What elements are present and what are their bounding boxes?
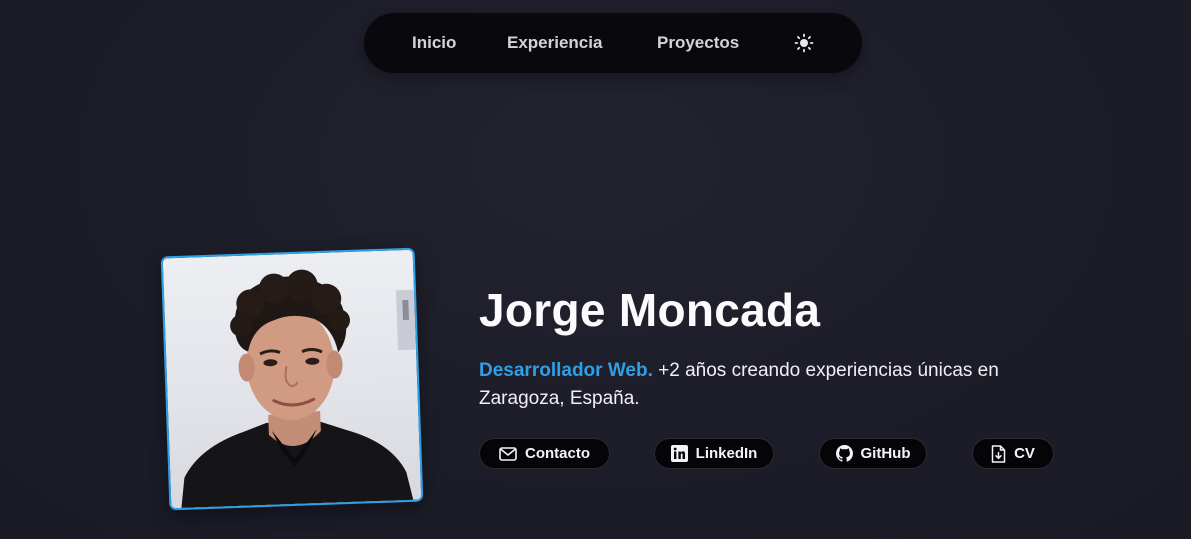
github-button-label: GitHub xyxy=(860,445,911,462)
sun-icon xyxy=(794,33,814,53)
cv-button-label: CV xyxy=(1014,445,1035,462)
document-download-icon xyxy=(991,444,1006,463)
linkedin-icon xyxy=(670,445,688,462)
theme-toggle-button[interactable] xyxy=(794,33,814,53)
github-icon xyxy=(835,445,853,462)
mail-icon xyxy=(499,446,517,461)
nav-link-experiencia[interactable]: Experiencia xyxy=(507,33,602,53)
contact-button-label: Contacto xyxy=(525,445,590,462)
nav-link-proyectos[interactable]: Proyectos xyxy=(657,33,739,53)
page-title: Jorge Moncada xyxy=(479,284,821,336)
role-highlight: Desarrollador Web. xyxy=(479,360,653,381)
github-button[interactable]: GitHub xyxy=(819,438,927,469)
hero-description: Desarrollador Web. +2 años creando exper… xyxy=(479,357,1079,413)
top-navigation: Inicio Experiencia Proyectos xyxy=(364,13,862,73)
linkedin-button-label: LinkedIn xyxy=(695,445,758,462)
contact-button[interactable]: Contacto xyxy=(479,438,610,469)
cv-button[interactable]: CV xyxy=(972,438,1054,469)
profile-photo xyxy=(160,247,424,511)
linkedin-button[interactable]: LinkedIn xyxy=(654,438,774,469)
nav-link-inicio[interactable]: Inicio xyxy=(412,33,456,53)
